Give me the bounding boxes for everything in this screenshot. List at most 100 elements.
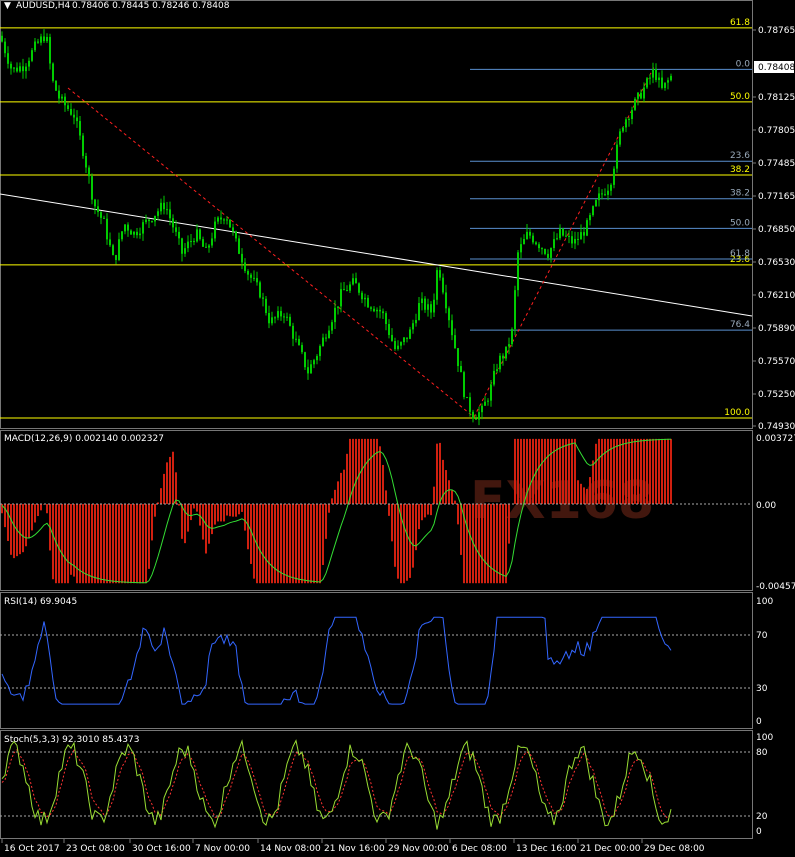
candle-body (448, 308, 450, 321)
candle-body (151, 221, 153, 223)
fibonacci-levels: 61.850.038.223.6100.00.023.638.250.061.8… (0, 18, 752, 419)
candle-body (205, 246, 207, 248)
candle-body (625, 119, 627, 128)
candle-body (565, 235, 567, 237)
candle-body (343, 289, 345, 291)
candle-body (466, 397, 468, 399)
candle-body (469, 397, 471, 412)
stoch-tick-100: 100 (756, 733, 773, 743)
candle-body (631, 109, 633, 120)
time-tick-label: 6 Dec 08:00 (452, 844, 507, 854)
candle-body (181, 238, 183, 254)
candle-body (97, 206, 99, 213)
candle-body (166, 209, 168, 211)
candle-body (70, 109, 72, 115)
candle-body (586, 220, 588, 236)
candle-body (622, 127, 624, 132)
candle-body (643, 87, 645, 99)
candle-body (655, 69, 657, 81)
candle-body (268, 312, 270, 324)
candle-body (283, 316, 285, 318)
candle-body (658, 77, 660, 81)
ohlc-readout: 0.78406 0.78445 0.78246 0.78408 (72, 1, 230, 11)
candle-body (220, 217, 222, 220)
fib-blue-label: 50.0 (730, 218, 750, 228)
price-tick-label: 0.76210 (758, 291, 795, 301)
candle-body (418, 303, 420, 321)
candle-body (430, 304, 432, 313)
candle-body (409, 329, 411, 339)
candle-body (346, 290, 348, 292)
candle-body (142, 222, 144, 234)
candle-body (490, 384, 492, 401)
candle-body (589, 215, 591, 221)
candle-body (421, 298, 423, 304)
candle-body (187, 241, 189, 249)
candle-body (571, 236, 573, 244)
fib-link-down[interactable] (67, 87, 475, 418)
candle-body (667, 80, 669, 83)
rsi-pane[interactable] (0, 592, 753, 729)
candle-body (334, 307, 336, 323)
candle-body (628, 119, 630, 121)
candle-body (298, 338, 300, 346)
candle-body (25, 66, 27, 72)
candle-body (292, 325, 294, 339)
price-tick-label: 0.78125 (758, 93, 795, 103)
candle-body (286, 316, 288, 318)
candle-body (19, 66, 21, 72)
candle-body (28, 60, 30, 67)
price-candles (1, 29, 672, 426)
candle-body (274, 317, 276, 319)
time-tick-label: 30 Oct 16:00 (132, 844, 191, 854)
rsi-label: RSI(14) 69.9045 (4, 597, 77, 607)
candle-body (13, 67, 15, 69)
candle-body (22, 66, 24, 72)
candle-body (376, 309, 378, 312)
fib-yellow-label: 100.0 (724, 408, 750, 418)
candle-body (124, 224, 126, 232)
candle-body (91, 176, 93, 200)
stoch-signal-line (1, 748, 672, 819)
stoch-tick-80: 80 (756, 748, 768, 758)
candle-body (358, 283, 360, 293)
candle-body (379, 309, 381, 312)
candle-body (247, 270, 249, 275)
candle-body (670, 75, 672, 81)
candle-body (547, 253, 549, 258)
chart-canvas[interactable]: FX168 61.850.038.223.6100.00.023.638.250… (0, 0, 795, 857)
price-pane[interactable] (0, 0, 753, 429)
candle-body (550, 247, 552, 258)
candle-body (49, 36, 51, 64)
current-price-label: 0.78408 (758, 63, 795, 73)
candle-body (31, 50, 33, 61)
candle-body (310, 364, 312, 374)
candle-body (175, 227, 177, 232)
rsi-tick-70: 70 (756, 631, 768, 641)
candle-body (388, 324, 390, 335)
candle-body (529, 231, 531, 236)
candle-body (109, 239, 111, 246)
price-tick-label: 0.77165 (758, 192, 795, 202)
candle-body (349, 284, 351, 291)
candle-body (361, 292, 363, 300)
candle-body (235, 231, 237, 239)
candle-body (214, 221, 216, 239)
candle-body (400, 342, 402, 346)
candle-body (463, 372, 465, 398)
candle-body (364, 297, 366, 300)
chart-symbol-arrow[interactable]: ▼ (4, 1, 11, 11)
candle-body (7, 53, 9, 64)
fib-yellow-label: 38.2 (730, 165, 750, 175)
candle-body (118, 239, 120, 260)
price-tick-label: 0.76850 (758, 225, 795, 235)
candle-body (583, 232, 585, 236)
candle-body (73, 114, 75, 118)
fib-blue-label: 0.0 (736, 59, 751, 69)
candle-body (610, 184, 612, 191)
candle-body (553, 239, 555, 248)
candle-body (115, 255, 117, 260)
macd-tick-min: -0.004577 (756, 582, 795, 592)
candle-body (559, 228, 561, 239)
candle-body (40, 36, 42, 43)
